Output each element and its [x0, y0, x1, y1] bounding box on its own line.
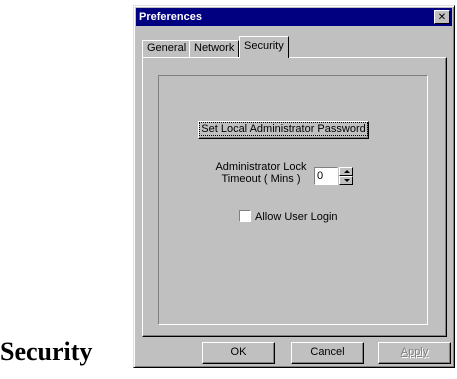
preferences-dialog: Preferences ✕ General Network Security S…: [133, 5, 455, 368]
cancel-button[interactable]: Cancel: [291, 342, 364, 364]
apply-label: Apply: [400, 346, 429, 358]
lock-timeout-label-line1: Administrator Lock: [215, 161, 307, 173]
title-bar[interactable]: Preferences ✕: [136, 8, 452, 26]
lock-timeout-label-line2: Timeout ( Mins ): [221, 173, 301, 185]
window-title: Preferences: [139, 11, 202, 23]
lock-timeout-input[interactable]: 0: [314, 167, 338, 185]
lock-timeout-down-button[interactable]: [339, 176, 353, 185]
apply-button[interactable]: Apply: [378, 342, 451, 364]
set-admin-password-button[interactable]: Set Local Administrator Password: [198, 121, 369, 139]
security-group-frame: [158, 75, 428, 325]
ok-button[interactable]: OK: [202, 342, 275, 364]
allow-user-login-label: Allow User Login: [255, 211, 338, 223]
tab-general[interactable]: General: [142, 40, 192, 57]
close-icon: ✕: [437, 12, 447, 23]
allow-user-login-row[interactable]: Allow User Login: [239, 210, 338, 223]
tab-panel-security: Set Local Administrator Password Adminis…: [142, 57, 447, 337]
lock-timeout-up-button[interactable]: [339, 167, 353, 176]
set-admin-password-label: Set Local Administrator Password: [199, 122, 368, 136]
section-caption: Security: [0, 337, 93, 366]
lock-timeout-label: Administrator Lock Timeout ( Mins ): [215, 161, 307, 185]
allow-user-login-checkbox[interactable]: [239, 210, 251, 222]
close-button[interactable]: ✕: [434, 10, 450, 24]
tab-security[interactable]: Security: [239, 36, 289, 58]
tab-network[interactable]: Network: [189, 40, 240, 57]
